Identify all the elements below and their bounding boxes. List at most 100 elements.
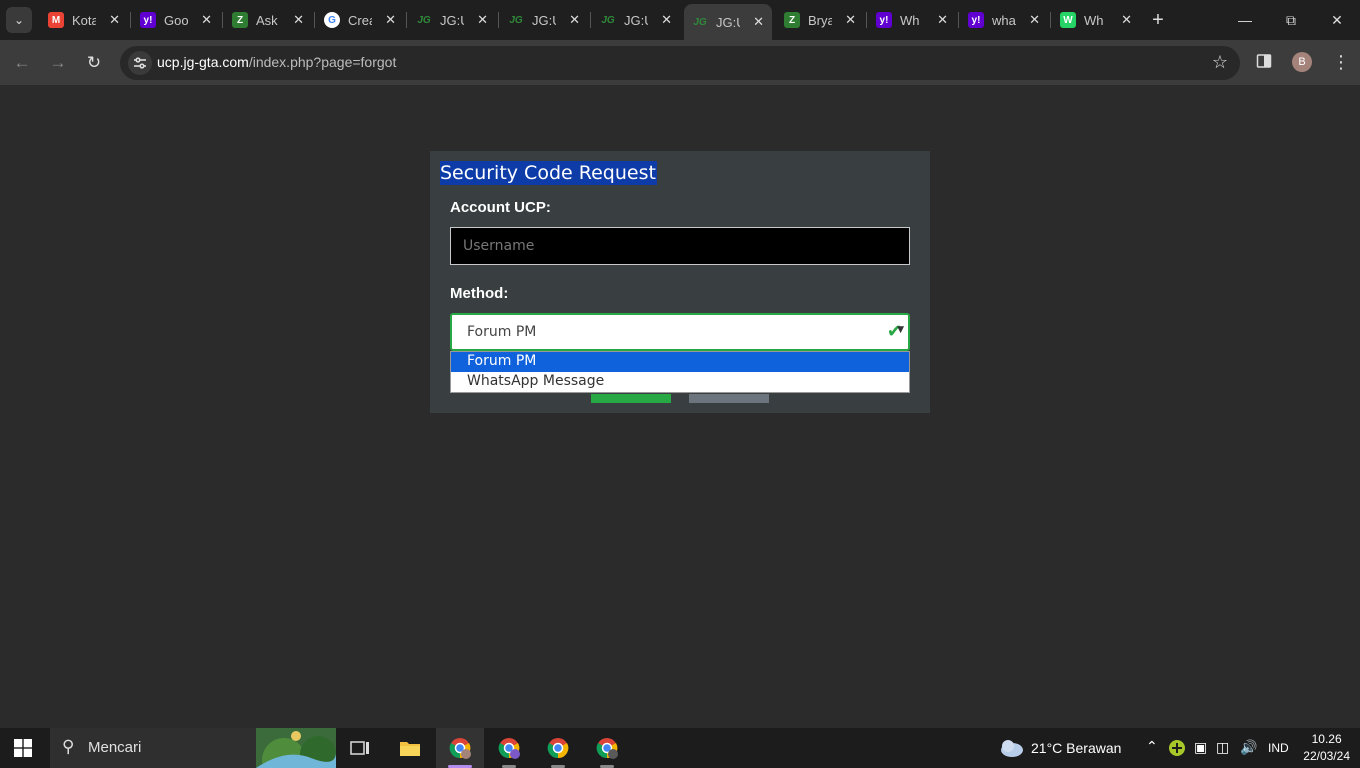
browser-tab[interactable]: JG JG:U ✕ — [500, 6, 588, 34]
volume-icon[interactable]: 🔊 — [1240, 739, 1257, 756]
close-tab-icon[interactable]: ✕ — [753, 14, 764, 30]
language-indicator[interactable]: IND — [1268, 741, 1289, 755]
tab-title: Wh — [900, 12, 920, 28]
site-info-icon[interactable] — [128, 51, 152, 75]
submit-button[interactable] — [591, 394, 671, 403]
file-explorer-icon[interactable] — [398, 736, 422, 760]
browser-tab[interactable]: y! Goo ✕ — [132, 6, 220, 34]
cloud-icon — [998, 737, 1023, 761]
restore-icon: ⧉ — [1286, 11, 1296, 28]
yahoo-icon: y! — [140, 12, 156, 28]
browser-tab[interactable]: JG JG:U ✕ — [684, 4, 772, 40]
jg-icon: JG — [601, 14, 615, 26]
profile-avatar[interactable]: B — [1292, 52, 1312, 72]
side-panel-icon[interactable] — [1256, 53, 1274, 71]
brainly-icon: Z — [784, 12, 800, 28]
tab-search-button[interactable]: ⌄ — [6, 7, 32, 33]
method-select[interactable]: Forum PM ✔ ▼ — [450, 313, 910, 351]
username-input[interactable]: Username — [450, 227, 910, 265]
minimize-button[interactable]: — — [1222, 0, 1268, 40]
browser-tab[interactable]: M Kota ✕ — [40, 6, 128, 34]
chrome-profile-b-icon[interactable] — [497, 736, 521, 760]
clock-date: 22/03/24 — [1303, 749, 1350, 763]
browser-tab[interactable]: W Wh ✕ — [1052, 6, 1140, 34]
forward-button[interactable]: → — [45, 50, 71, 76]
arrow-left-icon: ← — [13, 53, 31, 72]
chrome-icon[interactable] — [546, 736, 570, 760]
search-icon: ⚲ — [62, 737, 75, 756]
windows-start-button[interactable] — [14, 739, 32, 757]
chevron-up-icon[interactable]: ⌃ — [1146, 738, 1158, 755]
close-icon: ✕ — [1331, 11, 1343, 28]
clock-time: 10.26 — [1311, 732, 1342, 746]
close-tab-icon[interactable]: ✕ — [661, 12, 672, 28]
kebab-menu-icon[interactable]: ⋮ — [1332, 52, 1350, 73]
close-tab-icon[interactable]: ✕ — [1121, 12, 1132, 28]
close-window-button[interactable]: ✕ — [1314, 0, 1360, 40]
tab-title: wha — [992, 12, 1016, 28]
meet-now-icon[interactable]: ▣ — [1194, 739, 1207, 756]
network-icon[interactable]: ◫ — [1216, 739, 1229, 756]
browser-tab[interactable]: JG JG:U ✕ — [408, 6, 496, 34]
taskbar-search[interactable]: ⚲ Mencari — [50, 728, 336, 768]
task-view-icon[interactable] — [348, 736, 372, 760]
close-tab-icon[interactable]: ✕ — [385, 12, 396, 28]
page-title: Security Code Request — [440, 161, 657, 185]
clock[interactable]: 10.26 22/03/24 — [1303, 731, 1350, 765]
close-tab-icon[interactable]: ✕ — [477, 12, 488, 28]
tab-separator — [314, 12, 315, 28]
browser-tab[interactable]: Z Brya ✕ — [776, 6, 864, 34]
close-tab-icon[interactable]: ✕ — [201, 12, 212, 28]
browser-tab[interactable]: Z Ask ✕ — [224, 6, 312, 34]
jg-icon: JG — [417, 14, 431, 26]
gmail-icon: M — [48, 12, 64, 28]
browser-tab[interactable]: y! Wh ✕ — [868, 6, 956, 34]
option-forum-pm[interactable]: Forum PM — [451, 352, 909, 372]
weather-text[interactable]: 21°C Berawan — [1031, 740, 1121, 756]
back-button[interactable]: ← — [9, 50, 35, 76]
tab-title: Ask — [256, 12, 278, 28]
method-label: Method: — [450, 285, 509, 302]
close-tab-icon[interactable]: ✕ — [845, 12, 856, 28]
address-bar[interactable]: ucp.jg-gta.com/index.php?page=forgot ☆ — [120, 46, 1240, 80]
taskbar-search-placeholder: Mencari — [88, 739, 142, 756]
browser-toolbar: ← → ↻ ucp.jg-gta.com/index.php?page=forg… — [0, 40, 1360, 86]
tab-title: JG:U — [532, 12, 556, 28]
yahoo-icon: y! — [968, 12, 984, 28]
tab-title: Kota — [72, 12, 96, 28]
arrow-right-icon: → — [49, 53, 67, 72]
method-dropdown-list: Forum PM WhatsApp Message — [450, 351, 910, 393]
app-tray-icon[interactable] — [1168, 739, 1186, 757]
close-tab-icon[interactable]: ✕ — [569, 12, 580, 28]
brainly-icon: Z — [232, 12, 248, 28]
close-tab-icon[interactable]: ✕ — [109, 12, 120, 28]
browser-tab[interactable]: G Crea ✕ — [316, 6, 404, 34]
url-host: ucp.jg-gta.com — [157, 54, 249, 70]
browser-tab[interactable]: JG JG:U ✕ — [592, 6, 680, 34]
url-text[interactable]: ucp.jg-gta.com/index.php?page=forgot — [157, 54, 396, 70]
browser-tab[interactable]: y! wha ✕ — [960, 6, 1048, 34]
new-tab-button[interactable]: + — [1146, 8, 1170, 32]
tab-title: JG:U — [440, 12, 464, 28]
tab-separator — [130, 12, 131, 28]
bookmark-star-icon[interactable]: ☆ — [1212, 52, 1228, 73]
back-button-form[interactable] — [689, 394, 769, 403]
jg-icon: JG — [509, 14, 523, 26]
reload-button[interactable]: ↻ — [81, 50, 107, 76]
restore-button[interactable]: ⧉ — [1268, 0, 1314, 40]
google-icon: G — [324, 12, 340, 28]
option-whatsapp-message[interactable]: WhatsApp Message — [451, 372, 909, 392]
tab-separator — [590, 12, 591, 28]
tab-title: Wh — [1084, 12, 1104, 28]
chrome-profile-icon[interactable] — [448, 736, 472, 760]
tab-separator — [498, 12, 499, 28]
close-tab-icon[interactable]: ✕ — [293, 12, 304, 28]
chevron-down-icon: ▼ — [897, 325, 904, 335]
taskbar: ⚲ Mencari 21°C Berawan ⌃ ▣ ◫ 🔊 IND 10.26… — [0, 728, 1360, 768]
tab-title: Crea — [348, 12, 372, 28]
close-tab-icon[interactable]: ✕ — [937, 12, 948, 28]
close-tab-icon[interactable]: ✕ — [1029, 12, 1040, 28]
tab-separator — [866, 12, 867, 28]
reload-icon: ↻ — [86, 53, 102, 72]
chrome-guest-icon[interactable] — [595, 736, 619, 760]
